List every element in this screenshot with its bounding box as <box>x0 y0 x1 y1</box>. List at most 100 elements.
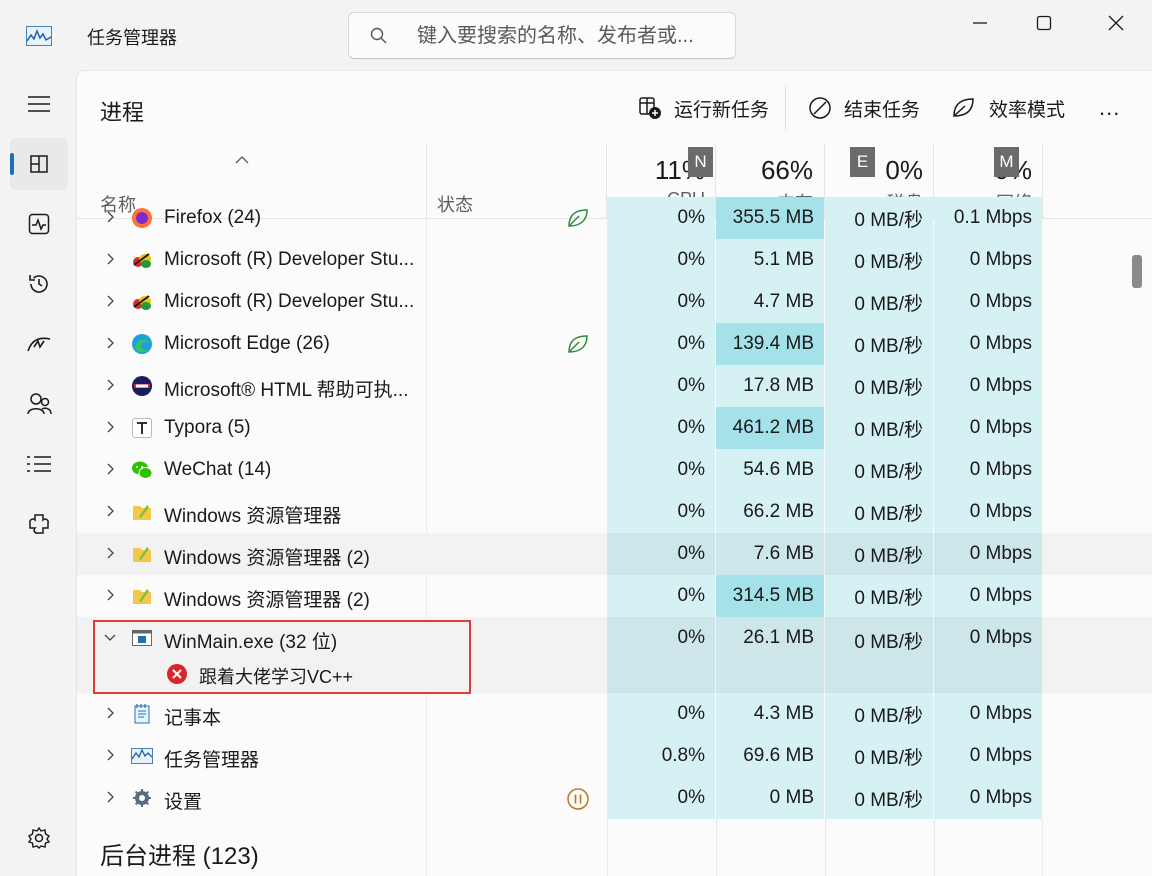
background-processes-header: 后台进程 (123) <box>100 843 259 870</box>
processes-panel: 进程 运行新任务 结束任务 效率模式 ... 名称 状态 11% CPU N 6… <box>76 70 1152 876</box>
scrollbar-thumb[interactable] <box>1132 255 1142 288</box>
cpu-cell: 0% <box>607 239 715 281</box>
nav-startup[interactable] <box>10 318 68 370</box>
cpu-cell: 0% <box>607 617 715 693</box>
process-name: 任务管理器 <box>164 750 260 771</box>
file-explorer-icon <box>133 547 151 562</box>
cpu-cell: 0% <box>607 281 715 323</box>
run-new-task-icon <box>639 97 661 119</box>
process-name: Typora (5) <box>164 417 251 438</box>
disk-cell: 0 MB/秒 <box>825 617 933 693</box>
maximize-button[interactable] <box>1008 0 1080 46</box>
disk-cell: 0 MB/秒 <box>825 693 933 735</box>
table-row[interactable]: Windows 资源管理器 (2) 0% 314.5 MB 0 MB/秒 0 M… <box>77 575 1152 617</box>
end-task-button[interactable]: 结束任务 <box>808 89 920 127</box>
visual-studio-icon <box>133 295 151 310</box>
table-row[interactable]: Microsoft Edge (26) 0% 139.4 MB 0 MB/秒 0… <box>77 323 1152 365</box>
memory-cell: 4.7 MB <box>716 281 824 323</box>
chevron-right-icon[interactable] <box>103 588 117 602</box>
startup-icon <box>27 337 51 352</box>
table-row[interactable]: Microsoft® HTML 帮助可执... 0% 17.8 MB 0 MB/… <box>77 365 1152 407</box>
table-row[interactable]: 设置 0% 0 MB 0 MB/秒 0 Mbps <box>77 777 1152 819</box>
process-name: Firefox (24) <box>164 207 262 228</box>
memory-cell: 355.5 MB <box>716 197 824 239</box>
chevron-right-icon[interactable] <box>103 706 117 720</box>
settings-icon <box>27 826 51 849</box>
cpu-cell: 0% <box>607 407 715 449</box>
process-name: WeChat (14) <box>164 459 272 480</box>
table-row[interactable]: 记事本 0% 4.3 MB 0 MB/秒 0 Mbps <box>77 693 1152 735</box>
nav-performance[interactable] <box>10 198 68 250</box>
notepad-icon <box>134 704 150 724</box>
visual-studio-icon <box>133 253 151 268</box>
chevron-right-icon[interactable] <box>103 748 117 762</box>
table-row[interactable]: Microsoft (R) Developer Stu... 0% 5.1 MB… <box>77 239 1152 281</box>
run-new-task-button[interactable]: 运行新任务 <box>638 89 769 127</box>
nav-processes[interactable] <box>10 138 68 190</box>
table-row[interactable]: Typora (5) 0% 461.2 MB 0 MB/秒 0 Mbps <box>77 407 1152 449</box>
chevron-right-icon[interactable] <box>103 504 117 518</box>
overlay-tag-n: N <box>688 147 713 177</box>
chevron-right-icon[interactable] <box>103 378 117 392</box>
minimize-button[interactable] <box>944 0 1016 46</box>
nav-services[interactable] <box>10 498 68 550</box>
memory-cell: 314.5 MB <box>716 575 824 617</box>
memory-cell: 69.6 MB <box>716 735 824 777</box>
table-row[interactable]: Firefox (24) 0% 355.5 MB 0 MB/秒 0.1 Mbps <box>77 197 1152 239</box>
close-button[interactable] <box>1080 0 1152 46</box>
disk-cell: 0 MB/秒 <box>825 407 933 449</box>
chevron-right-icon[interactable] <box>103 420 117 434</box>
memory-cell: 139.4 MB <box>716 323 824 365</box>
table-row[interactable]: Windows 资源管理器 0% 66.2 MB 0 MB/秒 0 Mbps <box>77 491 1152 533</box>
disk-cell: 0 MB/秒 <box>825 533 933 575</box>
network-cell: 0 Mbps <box>934 575 1042 617</box>
chevron-right-icon[interactable] <box>103 252 117 266</box>
nav-menu-button[interactable] <box>10 78 68 130</box>
search-box[interactable] <box>348 12 736 59</box>
network-cell: 0 Mbps <box>934 693 1042 735</box>
search-input[interactable] <box>417 23 717 49</box>
efficiency-leaf-icon <box>568 209 588 227</box>
chevron-right-icon[interactable] <box>103 790 117 804</box>
table-row[interactable]: 任务管理器 0.8% 69.6 MB 0 MB/秒 0 Mbps <box>77 735 1152 777</box>
typora-icon <box>132 418 152 438</box>
process-name: 记事本 <box>164 708 222 729</box>
table-row[interactable]: Windows 资源管理器 (2) 0% 7.6 MB 0 MB/秒 0 Mbp… <box>77 533 1152 575</box>
chevron-right-icon[interactable] <box>103 546 117 560</box>
task-manager-icon <box>131 748 153 764</box>
run-new-task-label: 运行新任务 <box>674 99 770 121</box>
network-cell: 0 Mbps <box>934 365 1042 407</box>
nav-settings[interactable] <box>10 812 68 864</box>
more-options-button[interactable]: ... <box>1099 89 1120 127</box>
efficiency-mode-label: 效率模式 <box>989 99 1066 121</box>
services-icon <box>29 514 49 534</box>
minimize-icon <box>973 22 987 24</box>
users-icon <box>27 393 52 415</box>
chevron-right-icon[interactable] <box>103 336 117 350</box>
chevron-right-icon[interactable] <box>103 462 117 476</box>
table-row[interactable]: WeChat (14) 0% 54.6 MB 0 MB/秒 0 Mbps <box>77 449 1152 491</box>
chevron-right-icon[interactable] <box>103 294 117 308</box>
efficiency-mode-button[interactable]: 效率模式 <box>951 89 1065 127</box>
table-row[interactable]: Microsoft (R) Developer Stu... 0% 4.7 MB… <box>77 281 1152 323</box>
chevron-right-icon[interactable] <box>103 210 117 224</box>
disk-cell: 0 MB/秒 <box>825 365 933 407</box>
nav-active-indicator <box>10 153 14 175</box>
memory-cell: 66.2 MB <box>716 491 824 533</box>
process-name: Windows 资源管理器 (2) <box>164 590 370 611</box>
network-cell: 0.1 Mbps <box>934 197 1042 239</box>
network-cell: 0 Mbps <box>934 491 1042 533</box>
nav-details[interactable] <box>10 438 68 490</box>
nav-users[interactable] <box>10 378 68 430</box>
process-name: Microsoft (R) Developer Stu... <box>164 291 415 312</box>
disk-total-pct: 0% <box>885 155 923 185</box>
nav-app-history[interactable] <box>10 258 68 310</box>
disk-cell: 0 MB/秒 <box>825 491 933 533</box>
hamburger-icon <box>28 96 50 112</box>
memory-cell: 461.2 MB <box>716 407 824 449</box>
task-manager-icon <box>26 26 52 46</box>
sort-ascending-icon[interactable] <box>235 155 249 164</box>
memory-cell: 54.6 MB <box>716 449 824 491</box>
cpu-cell: 0% <box>607 533 715 575</box>
performance-icon <box>28 213 50 235</box>
